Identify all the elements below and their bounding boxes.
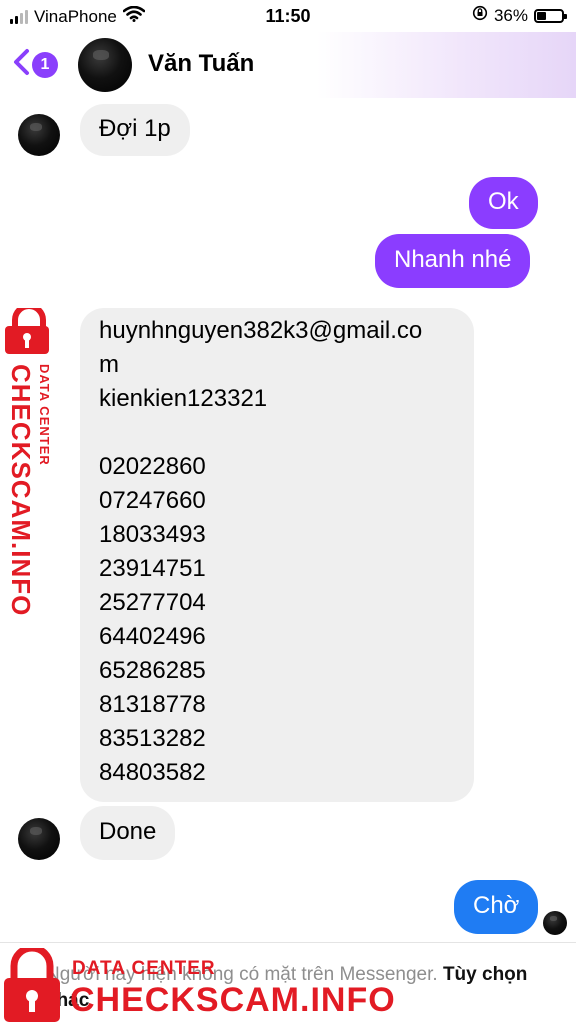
- battery-percent: 36%: [493, 5, 528, 25]
- watermark-brand-text: CHECKSCAM.INFO: [6, 364, 36, 617]
- watermark-subtitle-text: DATA CENTER: [37, 364, 52, 466]
- contact-avatar[interactable]: [78, 38, 132, 92]
- sender-avatar[interactable]: [18, 114, 60, 156]
- battery-icon: [534, 8, 567, 23]
- message-bubble-incoming[interactable]: Done: [80, 806, 176, 860]
- watermark-bottom: DATA CENTER CHECKSCAM.INFO: [0, 944, 395, 1024]
- back-button[interactable]: 1: [12, 48, 58, 82]
- lock-icon: [2, 944, 62, 1029]
- message-bubble-incoming[interactable]: huynhnguyen382k3@gmail.co m kienkien1233…: [80, 308, 474, 802]
- unread-count-badge: 1: [32, 52, 58, 78]
- status-bar: VinaPhone 11:50 36%: [0, 0, 576, 32]
- chevron-left-icon: [12, 48, 30, 82]
- watermark-subtitle-text: DATA CENTER: [72, 958, 216, 979]
- message-bubble-incoming[interactable]: Đợi 1p: [80, 104, 190, 156]
- sender-avatar[interactable]: [18, 818, 60, 860]
- watermark-side: CHECKSCAM.INFO DATA CENTER: [3, 303, 63, 616]
- message-bubble-outgoing[interactable]: Chờ: [454, 880, 539, 934]
- contact-name[interactable]: Văn Tuấn: [148, 50, 254, 78]
- divider: [0, 942, 576, 943]
- message-bubble-outgoing[interactable]: Nhanh nhé: [375, 234, 531, 288]
- watermark-brand-text: CHECKSCAM.INFO: [70, 981, 396, 1019]
- status-right: 36%: [472, 5, 567, 26]
- lock-icon: [3, 303, 61, 361]
- read-receipt-avatar: [543, 911, 567, 935]
- orientation-lock-icon: [472, 5, 488, 26]
- message-bubble-outgoing[interactable]: Ok: [469, 177, 538, 229]
- conversation-header: 1 Văn Tuấn: [0, 32, 576, 98]
